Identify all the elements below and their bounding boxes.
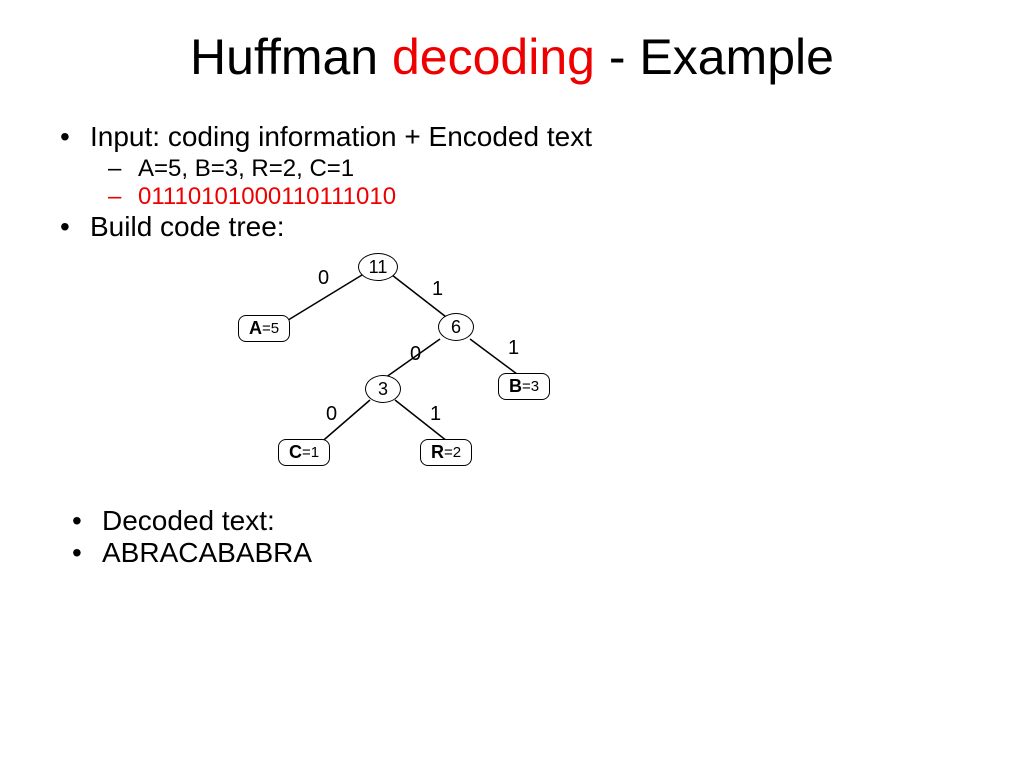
bullet-decoded-value: • ABRACABABRA xyxy=(72,537,1024,569)
dash-icon: – xyxy=(108,155,138,183)
node-6: 6 xyxy=(438,313,474,341)
bullet-freq: – A=5, B=3, R=2, C=1 xyxy=(108,155,964,183)
bullet-build: • Build code tree: xyxy=(60,211,964,243)
edge-root-left: 0 xyxy=(318,267,329,290)
bullet-decoded-label: • Decoded text: xyxy=(72,505,1024,537)
leaf-a-letter: A xyxy=(249,318,262,339)
leaf-b-letter: B xyxy=(509,376,522,397)
leaf-a: A=5 xyxy=(238,315,290,342)
edge-n6-left: 0 xyxy=(410,343,421,366)
decoded-label-text: Decoded text: xyxy=(102,505,275,537)
bullet-dot-icon: • xyxy=(72,537,102,569)
bullet-encoded: – 01110101000110111010 xyxy=(108,183,964,211)
node-root: 11 xyxy=(358,253,398,281)
encoded-bits-text: 01110101000110111010 xyxy=(138,183,396,211)
bullet-input: • Input: coding information + Encoded te… xyxy=(60,121,964,153)
edge-n6-right: 1 xyxy=(508,337,519,360)
slide-title: Huffman decoding - Example xyxy=(0,0,1024,86)
bullet-dot-icon: • xyxy=(60,121,90,153)
leaf-c-val: =1 xyxy=(302,444,319,461)
leaf-b-val: =3 xyxy=(522,378,539,395)
build-tree-text: Build code tree: xyxy=(90,211,285,243)
node-3: 3 xyxy=(365,375,401,403)
leaf-b: B=3 xyxy=(498,373,550,400)
decoded-value-text: ABRACABABRA xyxy=(102,537,312,569)
bullet-dot-icon: • xyxy=(72,505,102,537)
content-area: • Input: coding information + Encoded te… xyxy=(0,86,1024,505)
title-part1: Huffman xyxy=(190,29,392,85)
dash-icon: – xyxy=(108,183,138,211)
leaf-r-val: =2 xyxy=(444,444,461,461)
bullet-input-text: Input: coding information + Encoded text xyxy=(90,121,592,153)
bottom-bullets: • Decoded text: • ABRACABABRA xyxy=(0,505,1024,569)
edge-n3-right: 1 xyxy=(430,403,441,426)
leaf-c: C=1 xyxy=(278,439,330,466)
leaf-r-letter: R xyxy=(431,442,444,463)
leaf-r: R=2 xyxy=(420,439,472,466)
leaf-c-letter: C xyxy=(289,442,302,463)
title-part3: - Example xyxy=(595,29,834,85)
title-part2: decoding xyxy=(392,29,595,85)
freq-text: A=5, B=3, R=2, C=1 xyxy=(138,155,354,183)
node-6-val: 6 xyxy=(451,317,461,338)
tree-diagram: 11 6 3 A=5 B=3 C=1 R=2 0 1 0 1 0 1 xyxy=(60,245,964,505)
node-3-val: 3 xyxy=(378,379,388,400)
edge-root-right: 1 xyxy=(432,278,443,301)
edge-n3-left: 0 xyxy=(326,403,337,426)
bullet-dot-icon: • xyxy=(60,211,90,243)
leaf-a-val: =5 xyxy=(262,320,279,337)
node-root-val: 11 xyxy=(369,257,388,278)
